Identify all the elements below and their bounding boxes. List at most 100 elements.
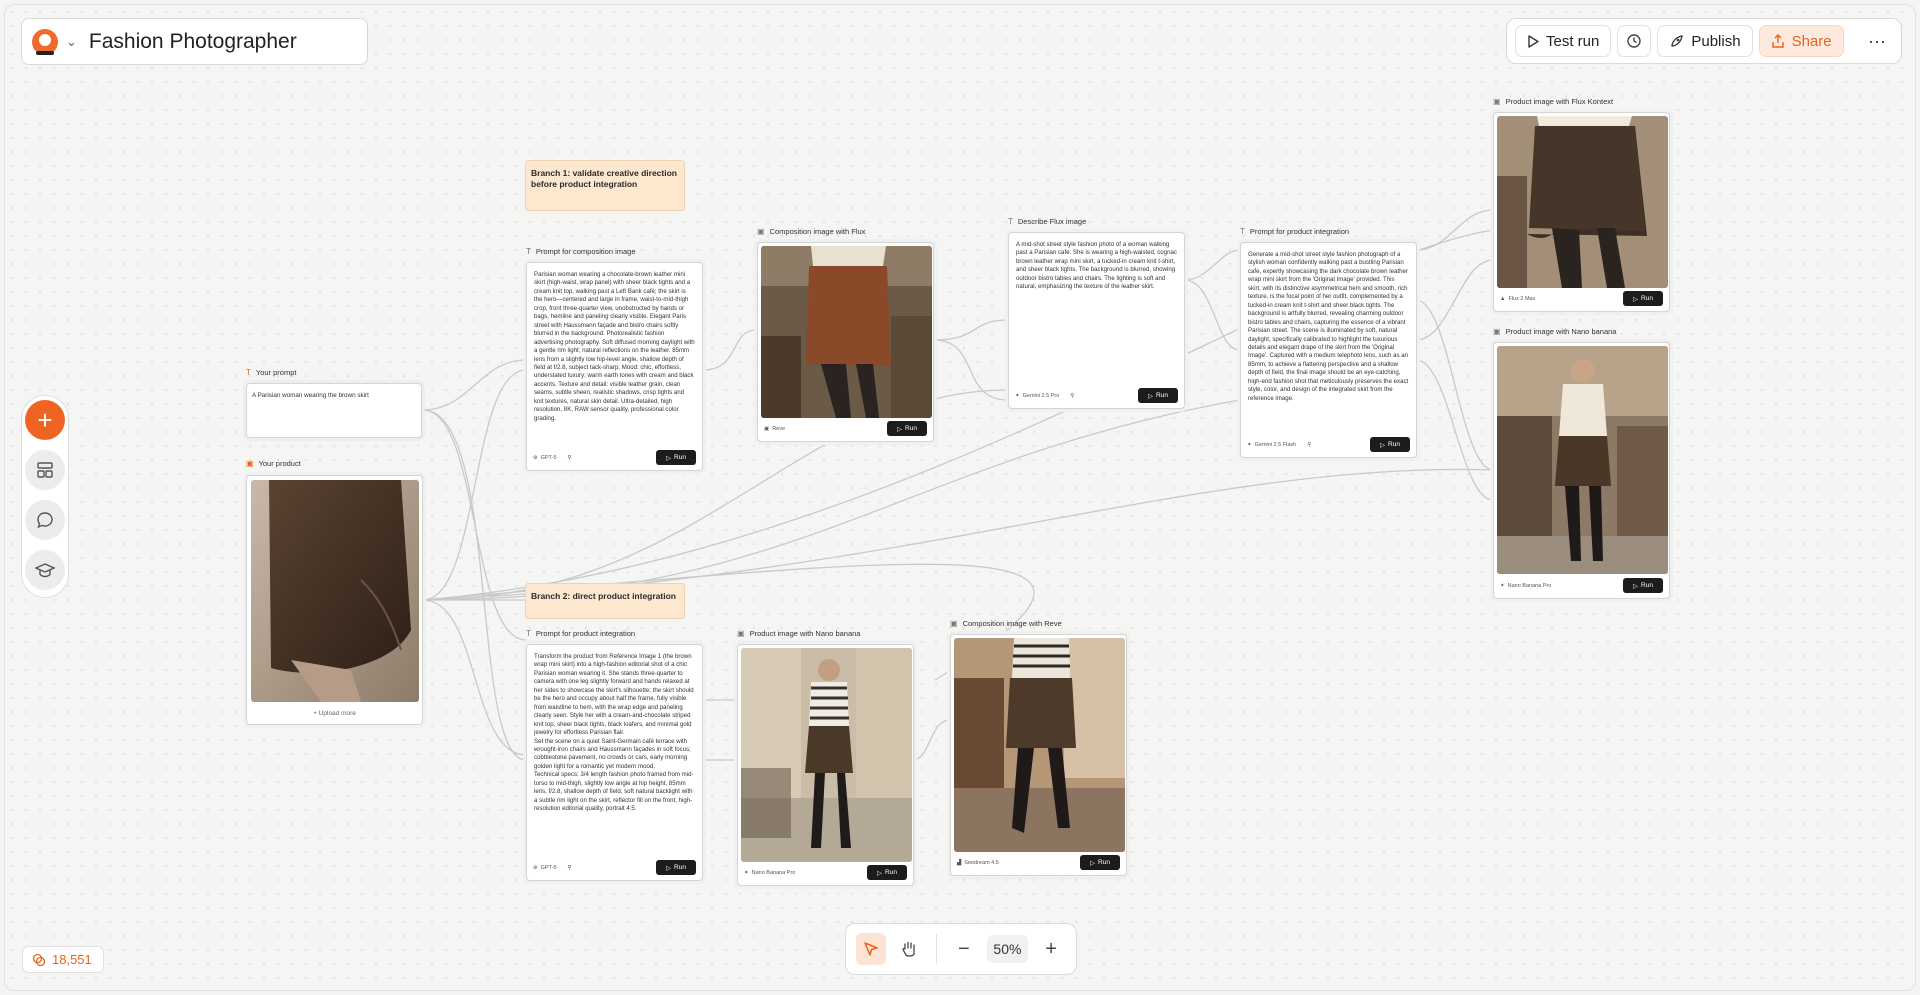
- sticky-note-branch-2[interactable]: Branch 2: direct product integration: [525, 583, 685, 619]
- node-footer: ⊛ GPT-5 ⚲ ▷ Run: [533, 860, 696, 875]
- image-type-icon: ▣: [246, 459, 254, 468]
- run-button[interactable]: ▷ Run: [656, 860, 696, 875]
- chat-button[interactable]: [25, 500, 65, 540]
- toolbar-divider: [935, 934, 937, 964]
- node-label-prompt-product-b2: T Prompt for product integration: [526, 629, 635, 638]
- settings-icon[interactable]: ⚲: [568, 455, 572, 461]
- product-nano-b2-node[interactable]: ✦ Nano Banana Pro ▷ Run: [737, 644, 914, 886]
- publish-label: Publish: [1691, 32, 1741, 50]
- minus-icon: −: [958, 937, 970, 960]
- your-prompt-node[interactable]: A Parisian woman wearing the brown skirt: [246, 383, 422, 438]
- node-footer: ▲ Flux 2 Max ▷ Run: [1500, 291, 1663, 306]
- run-button[interactable]: ▷ Run: [1138, 388, 1178, 403]
- workflow-title[interactable]: Fashion Photographer: [89, 30, 297, 54]
- product-flux-kontext-node[interactable]: ▲ Flux 2 Max ▷ Run: [1493, 112, 1670, 312]
- add-node-button[interactable]: +: [25, 400, 65, 440]
- plus-icon: +: [37, 404, 53, 435]
- play-icon: ▷: [897, 425, 903, 433]
- text-type-icon: T: [1008, 217, 1013, 226]
- prompt-product-text[interactable]: Generate a mid-shot street style fashion…: [1248, 251, 1409, 431]
- node-label-product-flux-kontext: ▣ Product image with Flux Kontext: [1493, 97, 1613, 106]
- learn-button[interactable]: [25, 550, 65, 590]
- model-name[interactable]: Seedream 4.5: [964, 860, 999, 866]
- run-button[interactable]: ▷ Run: [887, 421, 927, 436]
- model-name[interactable]: GPT-5: [541, 455, 557, 461]
- play-icon: ▷: [1633, 582, 1639, 590]
- composition-reve-label: Composition image with Reve: [962, 619, 1062, 628]
- upload-more-link[interactable]: + Upload more: [247, 710, 422, 717]
- product-nano-b2-image: [741, 648, 912, 862]
- model-name[interactable]: GPT-5: [541, 865, 557, 871]
- model-name[interactable]: Nano Banana Pro: [752, 870, 796, 876]
- select-tool-button[interactable]: [856, 933, 886, 965]
- run-button[interactable]: ▷ Run: [1080, 855, 1120, 870]
- composition-reve-node[interactable]: ▟ Seedream 4.5 ▷ Run: [950, 634, 1127, 876]
- zoom-level[interactable]: 50%: [986, 935, 1029, 963]
- zoom-in-button[interactable]: +: [1036, 933, 1066, 965]
- test-run-button[interactable]: Test run: [1515, 25, 1612, 57]
- prompt-product-b2-node[interactable]: Transform the product from Reference Ima…: [526, 644, 703, 881]
- share-button[interactable]: Share: [1758, 25, 1844, 57]
- model-name[interactable]: Gemini 2.5 Flash: [1255, 442, 1297, 448]
- model-name[interactable]: Reve: [772, 426, 785, 432]
- pan-tool-button[interactable]: [894, 933, 924, 965]
- your-prompt-value[interactable]: A Parisian woman wearing the brown skirt: [252, 392, 369, 399]
- run-button[interactable]: ▷ Run: [867, 865, 907, 880]
- settings-icon[interactable]: ⚲: [568, 865, 572, 871]
- product-nano-top-image: [1497, 346, 1668, 574]
- templates-button[interactable]: [25, 450, 65, 490]
- product-nano-b2-label: Product image with Nano banana: [749, 629, 861, 638]
- chevron-down-icon[interactable]: ⌄: [66, 34, 77, 50]
- left-tool-rail: +: [21, 395, 69, 598]
- prompt-composition-node[interactable]: Parisian woman wearing a chocolate-brown…: [526, 262, 703, 471]
- model-name[interactable]: Nano Banana Pro: [1508, 583, 1552, 589]
- settings-icon[interactable]: ⚲: [1070, 393, 1074, 399]
- text-type-icon: T: [526, 629, 531, 638]
- play-icon: [1528, 34, 1539, 48]
- run-label: Run: [1641, 582, 1653, 589]
- gemini-model-icon: ✦: [1015, 392, 1020, 399]
- workflow-title-box[interactable]: ⌄ Fashion Photographer: [21, 18, 368, 65]
- node-label-composition-flux: ▣ Composition image with Flux: [757, 227, 865, 236]
- composition-flux-node[interactable]: ▣ Reve ▷ Run: [757, 242, 934, 442]
- settings-icon[interactable]: ⚲: [1307, 442, 1311, 448]
- node-footer: ⊛ GPT-5 ⚲ ▷ Run: [533, 450, 696, 465]
- node-label-describe-flux: T Describe Flux image: [1008, 217, 1086, 226]
- more-options-icon[interactable]: ···: [1861, 25, 1893, 57]
- chat-bubble-icon: [37, 512, 53, 529]
- credits-value: 18,551: [52, 952, 92, 967]
- prompt-product-b2-text[interactable]: Transform the product from Reference Ima…: [534, 653, 695, 853]
- publish-button[interactable]: Publish: [1657, 25, 1753, 57]
- prompt-composition-text[interactable]: Parisian woman wearing a chocolate-brown…: [534, 271, 695, 443]
- history-button[interactable]: [1617, 25, 1652, 57]
- describe-flux-text[interactable]: A mid-shot street style fashion photo of…: [1016, 241, 1177, 381]
- gemini-model-icon: ✦: [744, 869, 749, 876]
- describe-flux-label: Describe Flux image: [1017, 217, 1087, 226]
- node-footer: ✦ Nano Banana Pro ▷ Run: [744, 865, 907, 880]
- zoom-out-button[interactable]: −: [949, 933, 979, 965]
- run-label: Run: [1156, 392, 1168, 399]
- run-button[interactable]: ▷ Run: [1623, 291, 1663, 306]
- run-button[interactable]: ▷ Run: [1370, 437, 1410, 452]
- text-type-icon: T: [246, 368, 251, 377]
- run-button[interactable]: ▷ Run: [1623, 578, 1663, 593]
- sticky-note-branch-1[interactable]: Branch 1: validate creative direction be…: [525, 160, 685, 211]
- run-label: Run: [885, 869, 897, 876]
- describe-flux-node[interactable]: A mid-shot street style fashion photo of…: [1008, 232, 1185, 409]
- run-button[interactable]: ▷ Run: [656, 450, 696, 465]
- your-product-label: Your product: [258, 459, 301, 468]
- image-type-icon: ▣: [737, 629, 745, 638]
- reve-model-icon: ▣: [764, 425, 770, 432]
- node-label-product-nano-top: ▣ Product image with Nano banana: [1493, 327, 1616, 336]
- node-label-composition-reve: ▣ Composition image with Reve: [950, 619, 1062, 628]
- prompt-product-node[interactable]: Generate a mid-shot street style fashion…: [1240, 242, 1417, 458]
- prompt-composition-label: Prompt for composition image: [535, 247, 636, 256]
- your-product-node[interactable]: × + Upload more: [246, 475, 423, 725]
- image-type-icon: ▣: [757, 227, 765, 236]
- node-footer: ▣ Reve ▷ Run: [764, 421, 927, 436]
- model-name[interactable]: Flux 2 Max: [1508, 296, 1535, 302]
- product-nano-top-node[interactable]: ✦ Nano Banana Pro ▷ Run: [1493, 342, 1670, 599]
- play-icon: ▷: [877, 869, 883, 877]
- model-name[interactable]: Gemini 2.5 Pro: [1023, 393, 1060, 399]
- credits-badge[interactable]: 18,551: [22, 946, 104, 973]
